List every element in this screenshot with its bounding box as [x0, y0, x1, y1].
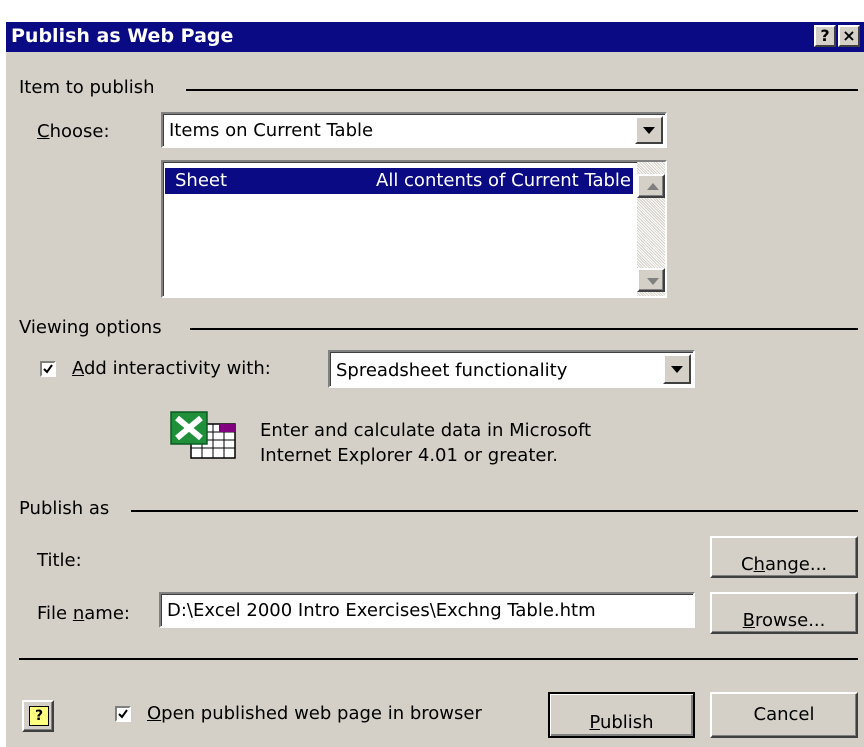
- excel-spreadsheet-icon: [169, 410, 239, 460]
- file-name-value: D:\Excel 2000 Intro Exercises\Exchng Tab…: [167, 600, 596, 621]
- file-name-label: File name:: [37, 603, 130, 624]
- info-line-2: Internet Explorer 4.01 or greater.: [260, 445, 558, 466]
- list-item-desc: All contents of Current Table: [376, 170, 631, 191]
- choose-value: Items on Current Table: [169, 120, 374, 141]
- help-icon: ?: [29, 706, 49, 726]
- close-icon: ×: [842, 26, 856, 45]
- items-listbox[interactable]: Sheet All contents of Current Table: [161, 160, 667, 298]
- scroll-down-button[interactable]: [637, 268, 665, 292]
- change-button[interactable]: Change...: [710, 536, 858, 578]
- choose-label: Choose:: [37, 121, 110, 142]
- open-in-browser-label: Open published web page in browser: [147, 703, 482, 724]
- cancel-button[interactable]: Cancel: [710, 692, 858, 738]
- group-divider: [186, 89, 858, 91]
- browse-button[interactable]: Browse...: [710, 592, 858, 634]
- interactivity-checkbox[interactable]: [40, 361, 56, 377]
- close-button[interactable]: ×: [838, 25, 860, 47]
- window-title: Publish as Web Page: [11, 25, 234, 47]
- interactivity-label: Add interactivity with:: [72, 358, 271, 379]
- chevron-down-icon: [671, 366, 683, 373]
- file-name-input[interactable]: D:\Excel 2000 Intro Exercises\Exchng Tab…: [159, 592, 695, 628]
- list-item[interactable]: Sheet All contents of Current Table: [165, 168, 633, 194]
- help-button[interactable]: ?: [22, 700, 54, 732]
- choose-combobox[interactable]: Items on Current Table: [161, 112, 667, 148]
- item-to-publish-label: Item to publish: [19, 77, 155, 98]
- title-label: Title:: [37, 550, 82, 571]
- checkmark-icon: [118, 709, 128, 719]
- group-divider: [131, 510, 858, 512]
- group-divider: [190, 328, 858, 330]
- publish-button-label: Publish: [589, 712, 654, 733]
- chevron-down-icon: [643, 127, 655, 134]
- publish-dialog: Publish as Web Page ? × Item to publish …: [6, 22, 864, 747]
- choose-dropdown-button[interactable]: [635, 116, 663, 144]
- interactivity-value: Spreadsheet functionality: [336, 360, 568, 381]
- interactivity-dropdown-button[interactable]: [663, 354, 691, 384]
- question-icon: ?: [820, 26, 830, 45]
- interactivity-combobox[interactable]: Spreadsheet functionality: [328, 350, 695, 388]
- scroll-up-button[interactable]: [637, 174, 665, 198]
- change-button-label: Change...: [740, 554, 828, 575]
- checkmark-icon: [43, 364, 53, 374]
- footer-separator: [19, 658, 858, 660]
- info-line-1: Enter and calculate data in Microsoft: [260, 420, 592, 441]
- list-scrollbar[interactable]: [637, 162, 665, 296]
- cancel-button-label: Cancel: [753, 704, 815, 725]
- browse-button-label: Browse...: [742, 610, 826, 631]
- list-item-name: Sheet: [175, 170, 228, 191]
- open-in-browser-checkbox[interactable]: [115, 706, 131, 722]
- chevron-up-icon: [647, 183, 659, 190]
- help-title-button[interactable]: ?: [814, 25, 836, 47]
- publish-button[interactable]: Publish: [548, 692, 695, 738]
- publish-as-label: Publish as: [19, 498, 110, 519]
- title-bar[interactable]: Publish as Web Page ? ×: [6, 22, 864, 52]
- chevron-down-icon: [647, 278, 659, 285]
- viewing-options-label: Viewing options: [19, 317, 162, 338]
